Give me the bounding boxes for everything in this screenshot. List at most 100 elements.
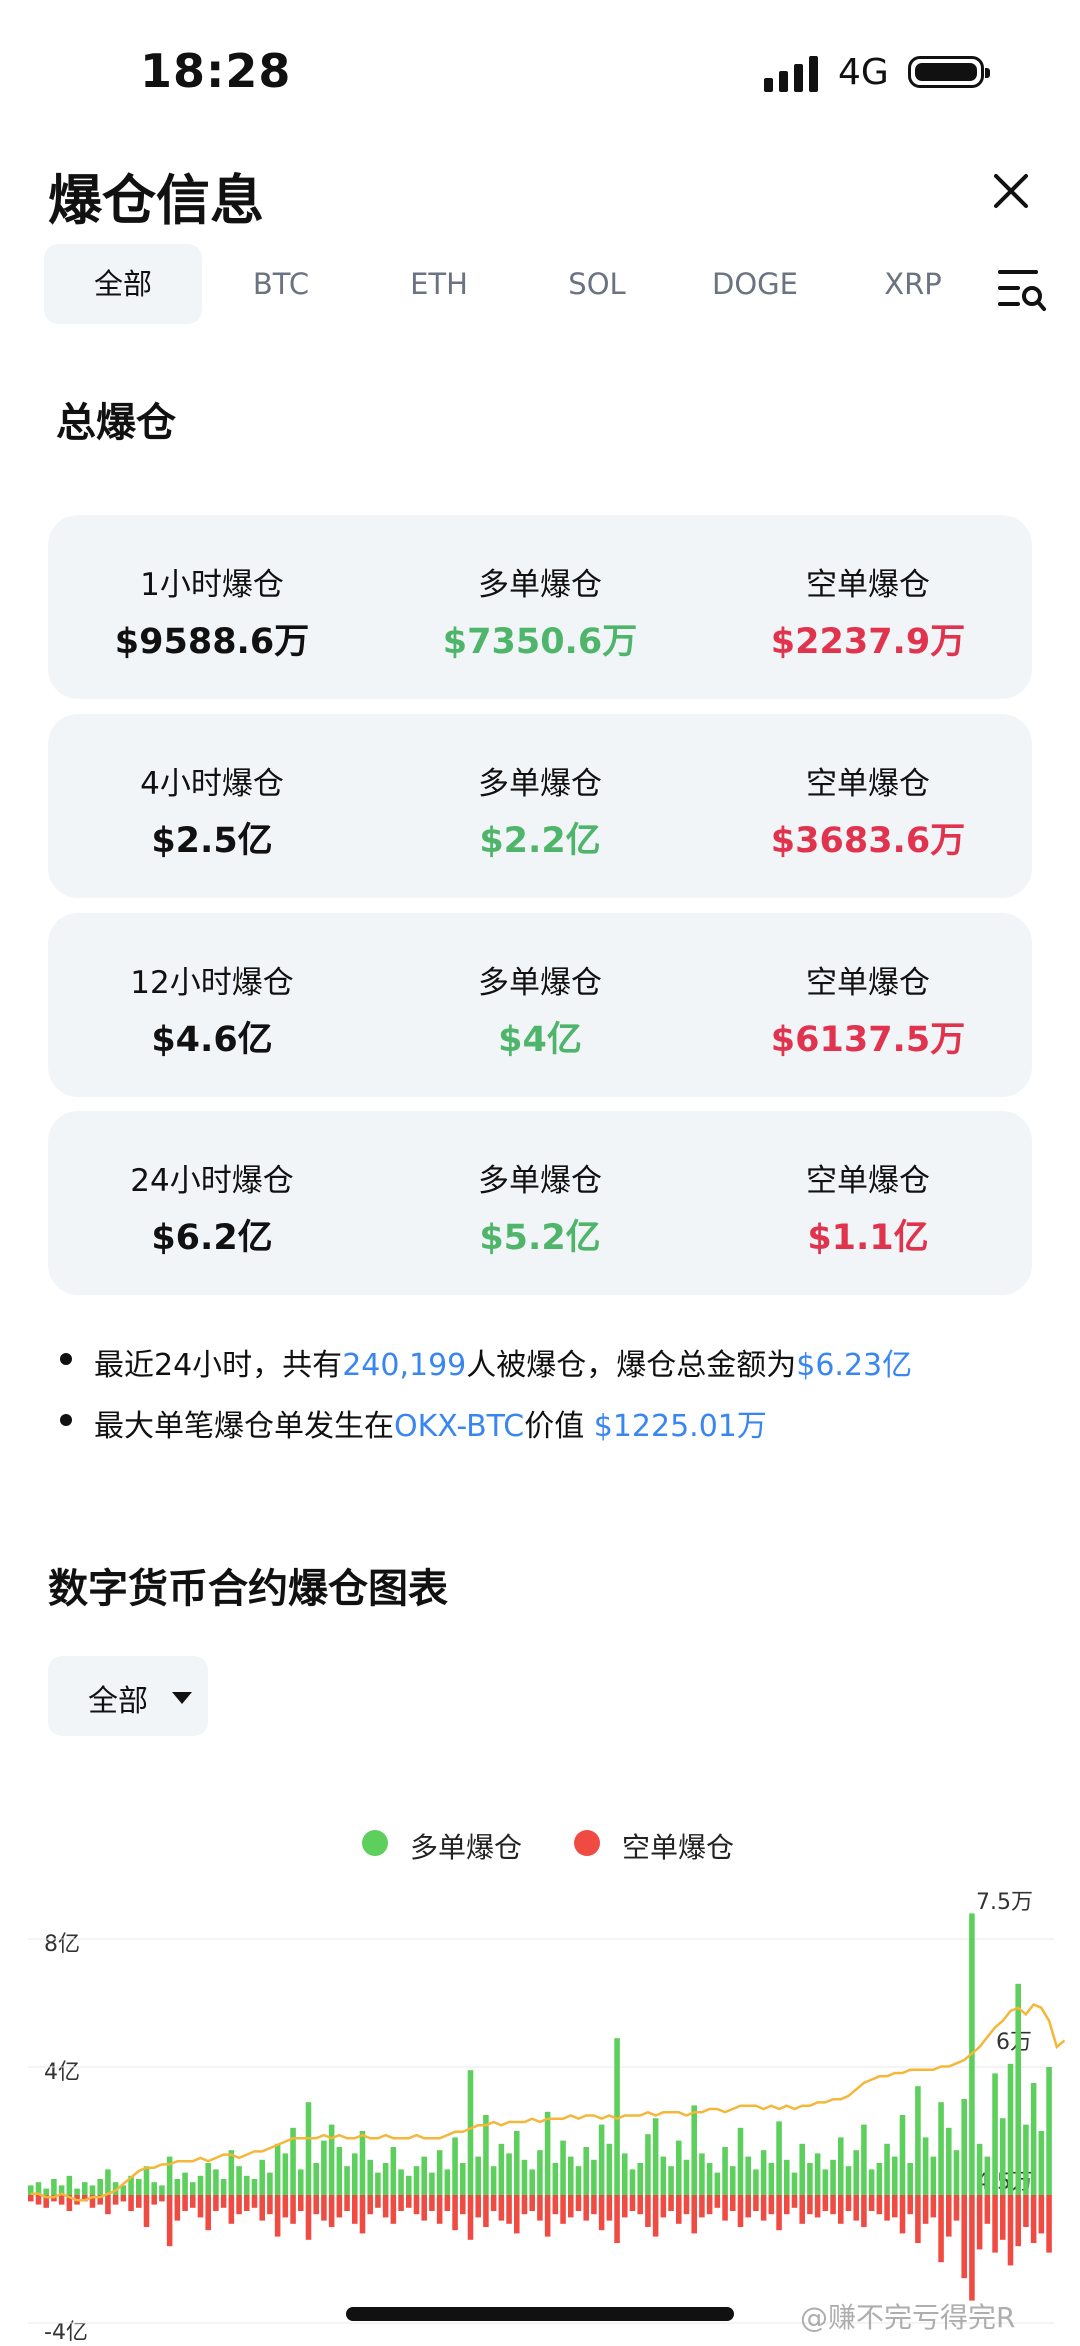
long-bar [938, 2102, 944, 2195]
short-bar [444, 2195, 451, 2211]
long-bar [352, 2153, 358, 2195]
short-bar [452, 2195, 458, 2231]
short-bar [791, 2195, 798, 2208]
short-bar [969, 2195, 975, 2301]
largest-order-exchange-link[interactable]: OKX-BTC [394, 1409, 524, 1444]
long-bar [344, 2166, 350, 2195]
long-bar [737, 2127, 744, 2195]
long-bar [776, 2121, 782, 2195]
short-bar [298, 2195, 304, 2211]
long-bar [398, 2169, 404, 2195]
short-bar [213, 2195, 219, 2211]
section-title-total: 总爆仓 [56, 400, 176, 446]
short-bar [714, 2195, 721, 2208]
caret-down-icon [172, 1692, 192, 1704]
long-bar [413, 2166, 420, 2195]
long-value: $7350.6万 [442, 622, 638, 662]
short-bar [1046, 2195, 1052, 2253]
short-bar [498, 2195, 505, 2221]
long-bar [791, 2172, 798, 2195]
long-bar [66, 2175, 73, 2195]
short-bar [267, 2195, 273, 2215]
short-label: 空单爆仓 [806, 965, 930, 1001]
legend-short-swatch [574, 1830, 600, 1856]
long-bar [406, 2175, 412, 2195]
home-indicator[interactable] [346, 2307, 734, 2321]
long-bar [74, 2188, 80, 2195]
short-bar [429, 2195, 435, 2211]
short-bar [830, 2195, 836, 2215]
short-bar [398, 2195, 404, 2211]
short-bar [1038, 2195, 1045, 2234]
long-bar [1023, 2124, 1029, 2195]
long-bar [328, 2124, 335, 2195]
long-bar [884, 2143, 890, 2195]
tab-eth[interactable]: ETH [360, 244, 518, 324]
long-bar [683, 2159, 690, 2195]
long-bar [190, 2182, 196, 2195]
short-bar [645, 2195, 651, 2227]
long-bar [429, 2172, 435, 2195]
short-label: 空单爆仓 [806, 766, 930, 802]
long-bar [830, 2159, 836, 2195]
short-bar [737, 2195, 744, 2227]
short-bar [159, 2195, 165, 2202]
short-value: $1.1亿 [807, 1218, 929, 1258]
long-bar [976, 2143, 983, 2195]
short-bar [606, 2195, 613, 2221]
tab-xrp[interactable]: XRP [834, 244, 992, 324]
long-bar [568, 2156, 574, 2195]
short-bar [382, 2195, 389, 2218]
short-bar [760, 2195, 767, 2221]
tab-sol[interactable]: SOL [518, 244, 676, 324]
long-bar [259, 2159, 265, 2195]
short-bar [784, 2195, 790, 2215]
short-bar [290, 2195, 296, 2224]
long-bar [1046, 2067, 1052, 2195]
long-bar [475, 2156, 481, 2195]
long-bar [552, 2163, 559, 2195]
battery-icon [908, 56, 990, 88]
long-bar [645, 2134, 651, 2195]
short-bar [591, 2195, 597, 2215]
short-bar [282, 2195, 289, 2218]
status-time: 18:28 [140, 44, 292, 98]
tab-doge[interactable]: DOGE [676, 244, 834, 324]
long-bar [359, 2131, 366, 2195]
short-label: 空单爆仓 [806, 567, 930, 603]
long-bar [174, 2179, 181, 2195]
short-bar [467, 2195, 474, 2240]
long-bar [838, 2137, 844, 2195]
short-bar [128, 2195, 134, 2211]
short-bar [352, 2195, 358, 2224]
short-bar [629, 2195, 636, 2211]
short-bar [228, 2195, 235, 2224]
long-bar [89, 2185, 96, 2195]
short-bar [274, 2195, 281, 2237]
long-bar [228, 2150, 235, 2195]
tab-all[interactable]: 全部 [44, 244, 202, 324]
tab-btc[interactable]: BTC [202, 244, 360, 324]
short-bar [853, 2195, 859, 2221]
long-bar [922, 2137, 929, 2195]
long-bar [483, 2115, 489, 2195]
short-bar [544, 2195, 551, 2237]
short-value: $6137.5万 [770, 1020, 966, 1060]
long-bar [861, 2124, 867, 2195]
short-bar [521, 2195, 528, 2215]
network-type: 4G [838, 52, 889, 93]
coin-filter-select[interactable]: 全部 [48, 1656, 208, 1736]
long-bar [853, 2150, 859, 2195]
long-bar [51, 2179, 57, 2195]
short-bar [946, 2195, 952, 2237]
long-bar [868, 2169, 875, 2195]
long-bar [814, 2153, 821, 2195]
short-bar [660, 2195, 667, 2218]
short-bar [691, 2195, 697, 2234]
short-bar [28, 2195, 34, 2202]
filter-search-icon[interactable] [998, 268, 1046, 312]
long-bar [421, 2156, 427, 2195]
short-bar [706, 2195, 713, 2215]
close-icon[interactable] [990, 170, 1032, 212]
short-bar [514, 2195, 520, 2234]
